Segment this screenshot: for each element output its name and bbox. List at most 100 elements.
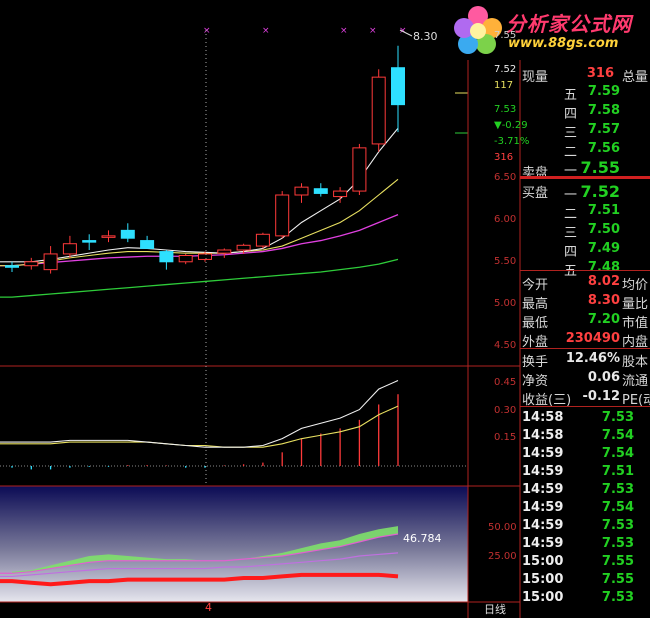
- candle-body[interactable]: [62, 243, 77, 255]
- candle-body[interactable]: [313, 188, 328, 194]
- tick-row: 14:59 7.53: [520, 482, 650, 500]
- bid-row: 一 7.52: [520, 182, 650, 203]
- quote-row-label: 净资: [522, 374, 549, 389]
- logo-url: www.88gs.com: [508, 36, 619, 51]
- candle-body[interactable]: [82, 240, 97, 243]
- candle-body[interactable]: [236, 244, 251, 251]
- quote-row-label: 最高: [522, 297, 549, 312]
- tick-row: 15:00 7.55: [520, 572, 650, 590]
- tick-row: 14:59 7.53: [520, 518, 650, 536]
- quote-row-label: 二: [564, 145, 578, 160]
- signal-marker: ×: [369, 26, 377, 36]
- quote-row-label: 换手: [522, 355, 549, 370]
- quote-row-label: 二: [564, 207, 578, 222]
- quote-row-label: 最低: [522, 316, 549, 331]
- candle-body[interactable]: [140, 240, 155, 249]
- tick-row: 14:58 7.53: [520, 410, 650, 428]
- candle-body[interactable]: [294, 186, 309, 196]
- candlestick-panel: ×××××: [0, 26, 468, 298]
- axis-label: 7.53: [494, 104, 517, 115]
- quote-row-value: 7.20: [587, 312, 620, 327]
- axis-label: 0.15: [494, 432, 517, 443]
- candle-body[interactable]: [198, 253, 212, 260]
- axis-label: 6.00: [494, 214, 517, 225]
- quote-row-edge-label: 流通: [622, 374, 649, 389]
- axis-label: 316: [494, 152, 514, 163]
- candle-body[interactable]: [217, 249, 232, 254]
- candle-body[interactable]: [24, 261, 39, 267]
- candle-body[interactable]: [275, 194, 290, 237]
- tick-time: 14:59: [522, 446, 564, 461]
- axis-label: 5.50: [494, 256, 517, 267]
- candle-body[interactable]: [178, 255, 193, 263]
- quote-row-value: 7.50: [587, 222, 620, 237]
- tick-price: 7.53: [601, 590, 634, 605]
- candle-body[interactable]: [352, 147, 367, 192]
- stat-row: 外盘 230490 内盘: [520, 331, 650, 350]
- tick-row: 14:58 7.54: [520, 428, 650, 446]
- candle-body[interactable]: [371, 76, 386, 145]
- tick-time: 14:58: [522, 410, 564, 425]
- tick-time: 14:59: [522, 518, 564, 533]
- logo-title: 分析家公式网: [506, 12, 632, 36]
- quote-row-value: 8.02: [587, 274, 620, 289]
- ma-green-line: [0, 258, 399, 298]
- lower-value-label: 46.784: [403, 532, 442, 545]
- axis-label: 5.00: [494, 298, 517, 309]
- volume-value: 316: [586, 66, 614, 81]
- quote-row-label: 四: [564, 107, 578, 122]
- candle-body[interactable]: [43, 253, 58, 271]
- quote-row-label: 三: [564, 126, 578, 141]
- axis-label: 4.50: [494, 340, 517, 351]
- fin-row: 收益(三) -0.12 PE(动: [520, 389, 650, 408]
- tick-time: 14:59: [522, 500, 564, 515]
- ask-row: 三 7.57: [520, 122, 650, 141]
- quote-row-value: 7.59: [587, 84, 620, 99]
- axis-label: 117: [494, 80, 514, 91]
- quote-row-value: 7.58: [587, 103, 620, 118]
- quote-row-value: 230490: [565, 331, 620, 346]
- volume-row: 现量 316 总量: [520, 66, 650, 85]
- candle-body[interactable]: [101, 235, 116, 238]
- candle-body[interactable]: [255, 233, 270, 247]
- tick-row: 14:59 7.54: [520, 446, 650, 464]
- bid-ask-divider: [520, 176, 650, 179]
- signal-marker: ×: [203, 26, 211, 36]
- axis-label: 25.00: [488, 551, 517, 562]
- tick-price: 7.53: [601, 518, 634, 533]
- tick-time: 14:59: [522, 536, 564, 551]
- quote-row-edge-label: 均价: [622, 278, 649, 293]
- candle-body[interactable]: [5, 265, 19, 268]
- quote-row-label: 今开: [522, 278, 549, 293]
- quote-row-value: 7.49: [587, 241, 620, 256]
- tick-price: 7.53: [601, 536, 634, 551]
- quote-row-label: 三: [564, 226, 578, 241]
- tick-price: 7.55: [601, 554, 634, 569]
- bid-row: 三 7.50: [520, 222, 650, 241]
- tick-price: 7.54: [601, 446, 634, 461]
- total-label: 总量: [622, 70, 649, 85]
- tick-time: 15:00: [522, 554, 564, 569]
- tick-time: 14:58: [522, 428, 564, 443]
- tick-row: 14:59 7.51: [520, 464, 650, 482]
- stat-row: 今开 8.02 均价: [520, 274, 650, 293]
- axis-label: 7.52: [494, 64, 517, 75]
- tick-row: 15:00 7.53: [520, 590, 650, 608]
- tick-time: 14:59: [522, 482, 564, 497]
- candle-body[interactable]: [159, 251, 174, 263]
- high-price-label: 8.30: [413, 30, 438, 43]
- candle-body[interactable]: [333, 190, 348, 198]
- candle-body[interactable]: [391, 67, 405, 106]
- tick-price: 7.53: [601, 482, 634, 497]
- quote-row-value: 7.52: [580, 182, 620, 201]
- ask-row: 五 7.59: [520, 84, 650, 103]
- axis-label: 0.45: [494, 377, 517, 388]
- period-label[interactable]: 日线: [484, 601, 506, 617]
- tick-price: 7.53: [601, 410, 634, 425]
- tick-price: 7.54: [601, 500, 634, 515]
- quote-row-label: 一: [564, 188, 578, 203]
- candle-body[interactable]: [120, 229, 135, 239]
- axis-label: 6.50: [494, 172, 517, 183]
- indicator-white-line: [0, 380, 399, 448]
- indicator-panel: [0, 380, 468, 470]
